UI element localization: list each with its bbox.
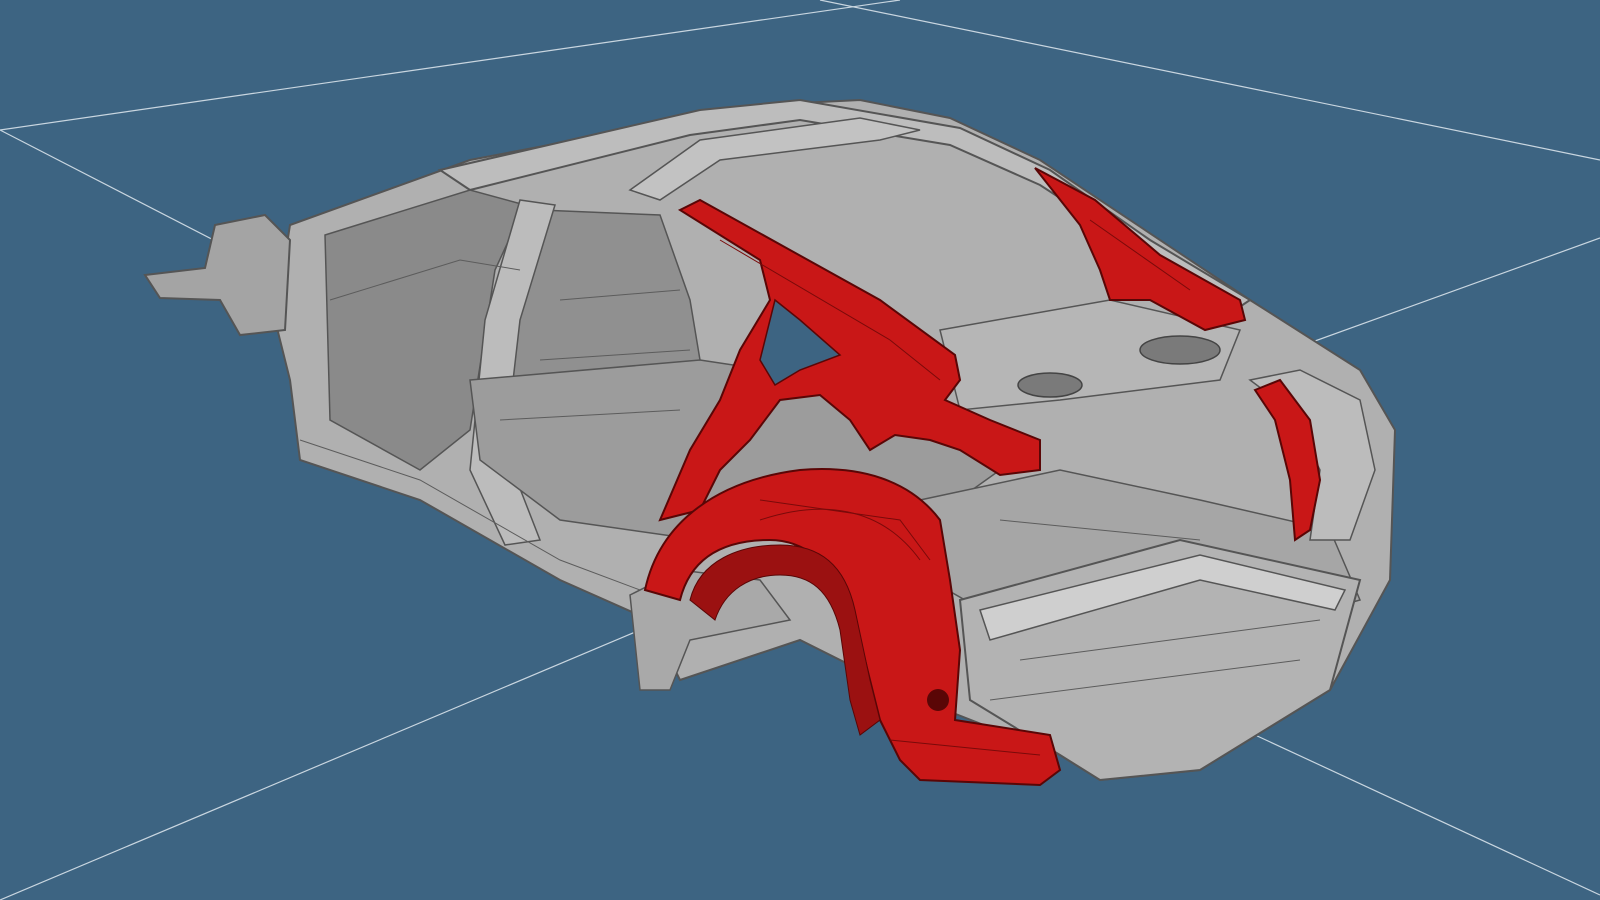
3d-scene[interactable] [0,0,1600,900]
3d-viewport[interactable] [0,0,1600,900]
speaker-mount [1017,372,1083,398]
drain-hole [927,689,949,711]
speaker-mount [1139,335,1221,365]
